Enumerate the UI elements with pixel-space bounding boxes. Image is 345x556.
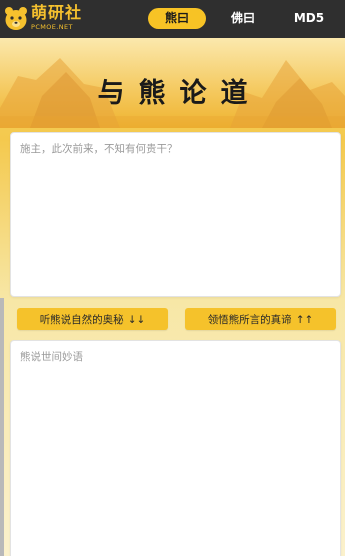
hero-title: 与熊论道 [97, 78, 262, 109]
tab-buddha-says[interactable]: 佛曰 [219, 8, 267, 29]
plaintext-input[interactable] [10, 132, 341, 297]
page-edge-shadow [0, 298, 4, 556]
encode-button-label: 领悟熊所言的真谛 [207, 314, 292, 326]
arrow-up-icon: ↑↑ [295, 314, 314, 326]
tab-bear-says[interactable]: 熊曰 [148, 8, 206, 29]
bear-head-icon [5, 7, 27, 30]
bear-text-output[interactable] [10, 340, 341, 556]
arrow-down-icon: ↓↓ [127, 314, 146, 326]
top-navbar: 萌研社 PCMOE.NET 熊曰 佛曰 MD5 [0, 0, 345, 38]
site-logo[interactable]: 萌研社 PCMOE.NET [4, 4, 110, 34]
decode-button-label: 听熊说自然的奥秘 [39, 314, 124, 326]
page: 萌研社 PCMOE.NET 熊曰 佛曰 MD5 与熊论道 施主，此次前来，不知有… [0, 0, 345, 556]
hero-banner: 与熊论道 [0, 38, 345, 128]
brand-name: 萌研社 [31, 3, 83, 22]
tab-md5[interactable]: MD5 [283, 8, 335, 29]
encode-button[interactable]: 领悟熊所言的真谛 ↑↑ [185, 308, 336, 330]
decode-button[interactable]: 听熊说自然的奥秘 ↓↓ [17, 308, 168, 330]
brand-subtitle: PCMOE.NET [31, 23, 73, 31]
